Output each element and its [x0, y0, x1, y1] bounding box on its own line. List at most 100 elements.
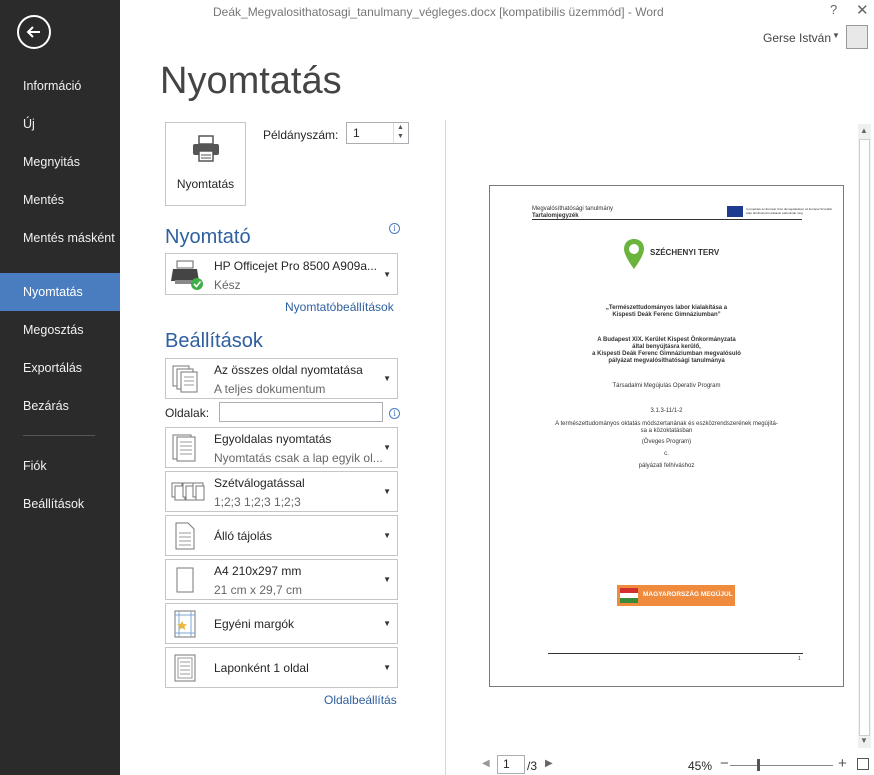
- preview-desc-5: pályázati felhíváshoz: [638, 463, 695, 469]
- nav-item-print[interactable]: Nyomtatás: [0, 273, 120, 311]
- zoom-in-button[interactable]: +: [838, 755, 847, 772]
- preview-footer-rule: [548, 653, 803, 654]
- chevron-down-icon: ▼: [383, 270, 391, 279]
- orientation-value: Álló tájolás: [214, 529, 273, 543]
- pages-input[interactable]: [219, 402, 383, 422]
- collate-select[interactable]: Szétválogatással 1;2;3 1;2;3 1;2;3 ▼: [165, 471, 398, 512]
- copies-stepper[interactable]: 1 ▲ ▼: [346, 122, 409, 144]
- info-icon[interactable]: i: [389, 408, 400, 419]
- scroll-up-icon[interactable]: ▲: [860, 126, 868, 135]
- preview-sub-2: által benyújtásra kerülő,: [632, 344, 701, 350]
- preview-desc-1: A természettudományos oktatás módszertan…: [555, 421, 778, 427]
- printer-properties-link[interactable]: Nyomtatóbeállítások: [285, 300, 394, 314]
- one-page-per-sheet-icon: [174, 654, 196, 682]
- scroll-down-icon[interactable]: ▼: [860, 736, 868, 745]
- settings-heading: Beállítások: [165, 330, 263, 352]
- duplex-select[interactable]: Egyoldalas nyomtatás Nyomtatás csak a la…: [165, 427, 398, 468]
- print-button-label: Nyomtatás: [176, 177, 235, 191]
- preview-szechenyi: SZÉCHENYI TERV: [650, 248, 720, 257]
- portrait-icon: [175, 522, 195, 550]
- preview-sub-1: A Budapest XIX. Kerület Kispest Önkormán…: [597, 337, 736, 343]
- szechenyi-logo-icon: [624, 239, 644, 269]
- collate-icon: [171, 482, 205, 501]
- print-range-select[interactable]: Az összes oldal nyomtatása A teljes doku…: [165, 358, 398, 399]
- nav-item-save-as[interactable]: Mentés másként: [0, 227, 120, 267]
- eu-flag-icon: [727, 206, 743, 217]
- chevron-down-icon[interactable]: ▼: [832, 31, 840, 40]
- pages-per-sheet-value: Laponként 1 oldal: [214, 661, 309, 675]
- scroll-thumb[interactable]: [859, 139, 870, 736]
- preview-title-2: Kispesti Deák Ferenc Gimnáziumban”: [612, 312, 721, 318]
- user-name[interactable]: Gerse István: [763, 31, 831, 45]
- margins-select[interactable]: Egyéni margók ▼: [165, 603, 398, 644]
- nav-item-info[interactable]: Információ: [0, 67, 120, 105]
- printer-select[interactable]: HP Officejet Pro 8500 A909a... Kész ▼: [165, 253, 398, 295]
- help-icon[interactable]: ?: [830, 2, 837, 17]
- next-page-icon[interactable]: ▶: [545, 758, 553, 769]
- duplex-desc: Nyomtatás csak a lap egyik ol...: [214, 451, 383, 465]
- orientation-select[interactable]: Álló tájolás ▼: [165, 515, 398, 556]
- page-number-input[interactable]: 1: [497, 755, 525, 774]
- preview-scrollbar[interactable]: ▲ ▼: [858, 124, 871, 748]
- previous-page-icon[interactable]: ◀: [482, 758, 490, 769]
- preview-banner-text: MAGYARORSZÁG MEGÚJUL: [643, 591, 733, 598]
- copies-spinner[interactable]: ▲ ▼: [393, 123, 408, 143]
- printer-heading: Nyomtató: [165, 226, 251, 248]
- spin-up-icon[interactable]: ▲: [397, 124, 404, 131]
- margins-value: Egyéni margók: [214, 617, 295, 631]
- nav-item-export[interactable]: Exportálás: [0, 349, 120, 387]
- nav-item-account[interactable]: Fiók: [0, 447, 120, 485]
- preview-eu-note: A projektek az Európai Unió támogatásáva…: [746, 207, 833, 215]
- back-button[interactable]: [17, 15, 51, 49]
- custom-margins-icon: [174, 610, 196, 638]
- preview-desc-2: sa a közoktatásban: [640, 428, 693, 434]
- printer-icon: [193, 135, 219, 162]
- nav-item-close[interactable]: Bezárás: [0, 387, 120, 425]
- nav-divider: [23, 435, 95, 436]
- chevron-down-icon: ▼: [383, 443, 391, 452]
- print-preview-page: Megvalósíthatósági tanulmány Tartalomjeg…: [489, 185, 844, 687]
- printer-ready-icon: [171, 260, 203, 290]
- one-sided-icon: [172, 434, 196, 462]
- print-range-desc: A teljes dokumentum: [214, 382, 326, 396]
- print-button[interactable]: Nyomtatás: [165, 122, 246, 206]
- page-total: /3: [527, 759, 538, 773]
- nav-item-open[interactable]: Megnyitás: [0, 143, 120, 181]
- zoom-slider[interactable]: [730, 765, 833, 766]
- preview-desc-4: c.: [664, 451, 669, 457]
- chevron-down-icon: ▼: [383, 575, 391, 584]
- zoom-out-button[interactable]: −: [720, 755, 729, 772]
- info-icon[interactable]: i: [389, 223, 400, 234]
- back-arrow-icon: [26, 26, 40, 38]
- paper-size-desc: 21 cm x 29,7 cm: [214, 583, 303, 597]
- collate-value: Szétválogatással: [214, 476, 305, 490]
- paper-size-value: A4 210x297 mm: [214, 564, 302, 578]
- preview-code: 3.1.3-11/1-2: [650, 408, 683, 414]
- paper-icon: [176, 567, 194, 593]
- window-title: Deák_Megvalosithatosagi_tanulmany_végleg…: [213, 5, 664, 19]
- paper-size-select[interactable]: A4 210x297 mm 21 cm x 29,7 cm ▼: [165, 559, 398, 600]
- copies-value[interactable]: 1: [353, 126, 360, 140]
- spin-down-icon[interactable]: ▼: [397, 133, 404, 140]
- preview-header-title: Megvalósíthatósági tanulmány: [532, 206, 614, 212]
- page-setup-link[interactable]: Oldalbeállítás: [324, 693, 397, 707]
- zoom-slider-thumb[interactable]: [757, 759, 760, 771]
- preview-sub-3: a Kispesti Deák Ferenc Gimnáziumban megv…: [592, 351, 741, 357]
- close-icon[interactable]: ✕: [856, 1, 869, 19]
- nav-item-save[interactable]: Mentés: [0, 181, 120, 219]
- zoom-level[interactable]: 45%: [688, 759, 712, 773]
- collate-desc: 1;2;3 1;2;3 1;2;3: [214, 495, 301, 509]
- copies-label: Példányszám:: [263, 128, 339, 142]
- page-title: Nyomtatás: [160, 60, 342, 102]
- pages-per-sheet-select[interactable]: Laponként 1 oldal ▼: [165, 647, 398, 688]
- nav-item-options[interactable]: Beállítások: [0, 485, 120, 523]
- preview-title-1: „Természettudományos labor kialakítása a: [605, 305, 728, 311]
- avatar[interactable]: [846, 25, 868, 49]
- nav-item-new[interactable]: Új: [0, 105, 120, 143]
- zoom-to-page-icon[interactable]: [857, 758, 869, 770]
- chevron-down-icon: ▼: [383, 531, 391, 540]
- nav-item-share[interactable]: Megosztás: [0, 311, 120, 349]
- panel-divider: [445, 120, 446, 775]
- preview-banner: MAGYARORSZÁG MEGÚJUL: [617, 585, 735, 606]
- preview-desc-3: (Öveges Program): [641, 439, 692, 445]
